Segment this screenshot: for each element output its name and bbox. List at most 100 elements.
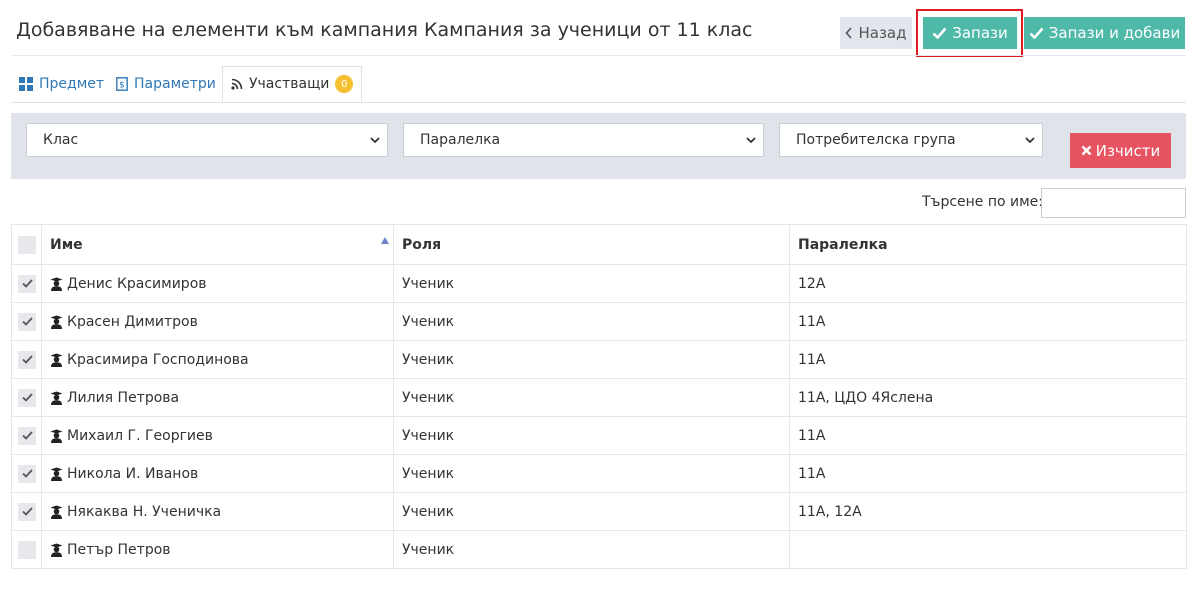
row-checkbox[interactable]: [18, 464, 36, 483]
row-checkbox[interactable]: [18, 388, 36, 407]
check-icon: [21, 317, 33, 326]
check-icon: [1029, 27, 1044, 39]
select-all-cell: [11, 224, 42, 265]
student-name: Лилия Петрова: [67, 389, 180, 406]
student-name: Денис Красимиров: [67, 275, 207, 292]
student-name: Никола И. Иванов: [67, 465, 199, 482]
chevron-down-icon: [370, 137, 380, 144]
document-icon: $: [116, 77, 128, 91]
row-select-cell: [11, 530, 42, 569]
section-cell: 11А, ЦДО 4Яслена: [789, 378, 1187, 417]
table-row[interactable]: Лилия Петрова Ученик 11А, ЦДО 4Яслена: [11, 378, 1187, 417]
role-cell: Ученик: [393, 378, 790, 417]
user-group-select[interactable]: Потребителска група: [779, 123, 1043, 157]
rss-icon: [231, 78, 243, 90]
participants-table: Име Роля Паралелка Денис Красимиров Учени…: [11, 224, 1187, 569]
student-name: Някаква Н. Ученичка: [67, 503, 222, 520]
student-icon: [50, 277, 63, 291]
check-icon: [21, 279, 33, 288]
column-header-name-label: Име: [50, 236, 83, 253]
name-cell: Петър Петров: [41, 530, 394, 569]
back-button[interactable]: Назад: [840, 17, 912, 49]
column-header-section[interactable]: Паралелка: [789, 224, 1187, 265]
header-divider: [11, 55, 1186, 56]
name-cell: Някаква Н. Ученичка: [41, 492, 394, 531]
section-cell: 11А: [789, 454, 1187, 493]
check-icon: [21, 393, 33, 402]
row-select-cell: [11, 340, 42, 379]
page-title: Добавяване на елементи към кампания Камп…: [16, 19, 753, 41]
role-cell: Ученик: [393, 416, 790, 455]
role-cell: Ученик: [393, 302, 790, 341]
participants-count-badge: 0: [335, 75, 354, 93]
student-icon: [50, 315, 63, 329]
check-icon: [21, 355, 33, 364]
clear-button-label: Изчисти: [1095, 141, 1161, 160]
tab-subject[interactable]: Предмет: [19, 66, 104, 102]
row-select-cell: [11, 454, 42, 493]
chevron-down-icon: [746, 137, 756, 144]
svg-text:$: $: [119, 81, 125, 91]
search-label: Търсене по име:: [922, 194, 1044, 210]
section-select[interactable]: Паралелка: [403, 123, 764, 157]
table-row[interactable]: Някаква Н. Ученичка Ученик 11А, 12А: [11, 492, 1187, 531]
student-name: Петър Петров: [67, 541, 171, 558]
class-select[interactable]: Клас: [26, 123, 388, 157]
back-button-label: Назад: [858, 24, 907, 42]
filter-bar: Клас Паралелка Потребителска група Изчис…: [11, 113, 1186, 179]
tab-parameters[interactable]: $ Параметри: [116, 66, 216, 102]
table-row[interactable]: Михаил Г. Георгиев Ученик 11А: [11, 416, 1187, 455]
table-row[interactable]: Никола И. Иванов Ученик 11А: [11, 454, 1187, 493]
clear-button[interactable]: Изчисти: [1070, 133, 1171, 168]
section-cell: 11А: [789, 416, 1187, 455]
class-select-value: Клас: [43, 132, 79, 148]
select-all-checkbox[interactable]: [18, 235, 36, 254]
row-checkbox[interactable]: [18, 426, 36, 445]
role-cell: Ученик: [393, 530, 790, 569]
grid-icon: [19, 77, 33, 91]
section-select-value: Паралелка: [420, 132, 501, 148]
table-row[interactable]: Красимира Господинова Ученик 11А: [11, 340, 1187, 379]
save-button-highlight: [916, 9, 1023, 57]
section-cell: 11А, 12А: [789, 492, 1187, 531]
section-cell: 11А: [789, 302, 1187, 341]
sort-ascending-icon: [381, 237, 389, 244]
table-row[interactable]: Красен Димитров Ученик 11А: [11, 302, 1187, 341]
name-cell: Никола И. Иванов: [41, 454, 394, 493]
chevron-left-icon: [845, 27, 853, 39]
row-checkbox[interactable]: [18, 274, 36, 293]
column-header-role[interactable]: Роля: [393, 224, 790, 265]
role-cell: Ученик: [393, 340, 790, 379]
table-row[interactable]: Петър Петров Ученик: [11, 530, 1187, 569]
column-header-name[interactable]: Име: [41, 224, 394, 265]
name-cell: Денис Красимиров: [41, 264, 394, 303]
row-select-cell: [11, 264, 42, 303]
row-checkbox[interactable]: [18, 312, 36, 331]
check-icon: [21, 431, 33, 440]
table-row[interactable]: Денис Красимиров Ученик 12А: [11, 264, 1187, 303]
check-icon: [21, 469, 33, 478]
search-input[interactable]: [1041, 188, 1186, 218]
student-icon: [50, 429, 63, 443]
check-icon: [21, 507, 33, 516]
student-icon: [50, 467, 63, 481]
row-select-cell: [11, 492, 42, 531]
tab-participants[interactable]: Участващи 0: [222, 66, 363, 102]
section-cell: 12А: [789, 264, 1187, 303]
row-select-cell: [11, 302, 42, 341]
chevron-down-icon: [1025, 137, 1035, 144]
student-icon: [50, 505, 63, 519]
row-checkbox[interactable]: [18, 540, 36, 559]
tab-participants-label: Участващи: [249, 76, 330, 92]
name-cell: Красимира Господинова: [41, 340, 394, 379]
student-icon: [50, 391, 63, 405]
save-and-add-button[interactable]: Запази и добави: [1024, 17, 1185, 49]
role-cell: Ученик: [393, 454, 790, 493]
student-name: Красен Димитров: [67, 313, 198, 330]
tab-bar: Предмет $ Параметри Участващи 0: [11, 66, 1186, 103]
row-checkbox[interactable]: [18, 350, 36, 369]
user-group-select-value: Потребителска група: [796, 132, 956, 148]
row-select-cell: [11, 378, 42, 417]
section-cell: 11А: [789, 340, 1187, 379]
row-checkbox[interactable]: [18, 502, 36, 521]
